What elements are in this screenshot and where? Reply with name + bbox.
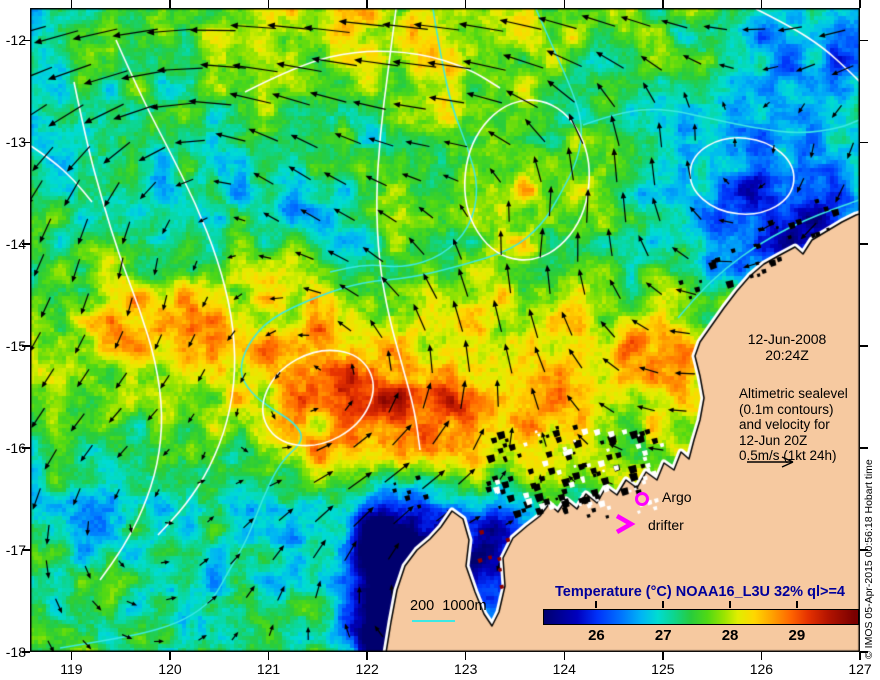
argo-label: Argo bbox=[662, 489, 692, 505]
lon-tick bbox=[662, 652, 664, 660]
bathymetry-contour-sample-line bbox=[412, 620, 455, 622]
lat-tick-label: -14 bbox=[5, 236, 26, 253]
colorbar-gradient bbox=[543, 609, 859, 625]
colorbar-tick bbox=[729, 601, 732, 608]
lon-tick-label: 119 bbox=[60, 661, 83, 677]
altimetric-note: Altimetric sealevel (0.1m contours) and … bbox=[739, 386, 848, 464]
velocity-scale-arrow-icon bbox=[747, 456, 794, 468]
lon-tick bbox=[70, 652, 73, 660]
colorbar-tick-label: 27 bbox=[654, 627, 672, 644]
lat-tick-label: -17 bbox=[5, 542, 26, 559]
lon-tick-label: 127 bbox=[848, 661, 872, 677]
lon-tick bbox=[464, 0, 467, 8]
altimetric-note-line: (0.1m contours) bbox=[739, 401, 834, 417]
lat-tick-label: -15 bbox=[5, 338, 26, 355]
altimetric-note-line: 12-Jun 20Z bbox=[739, 432, 808, 448]
lon-tick bbox=[859, 652, 861, 660]
lon-tick-label: 124 bbox=[552, 661, 576, 677]
lon-tick-label: 121 bbox=[256, 661, 281, 677]
bathymetry-legend-label: 200 1000m bbox=[410, 598, 487, 614]
lat-tick-label: -13 bbox=[5, 134, 26, 151]
lon-tick-label: 123 bbox=[454, 661, 478, 677]
colorbar-tick-label: 28 bbox=[721, 627, 739, 644]
lon-tick bbox=[760, 652, 763, 660]
lat-tick bbox=[860, 447, 868, 449]
lon-tick bbox=[859, 0, 861, 8]
colorbar-tick bbox=[795, 601, 798, 608]
lon-tick bbox=[267, 0, 270, 8]
lat-tick bbox=[860, 549, 868, 551]
colorbar-tick bbox=[595, 601, 598, 608]
lon-tick-label: 120 bbox=[158, 661, 182, 677]
lon-tick bbox=[70, 0, 73, 8]
lon-tick-label: 125 bbox=[651, 661, 675, 677]
timestamp-time: 20:24Z bbox=[765, 347, 809, 363]
lon-tick bbox=[366, 0, 368, 8]
colorbar-title: Temperature (°C) NOAA16_L3U 32% ql>=4 bbox=[555, 584, 845, 600]
colorbar-tick-label: 26 bbox=[588, 627, 605, 644]
altimetric-note-line: and velocity for bbox=[739, 417, 830, 432]
lon-tick bbox=[563, 0, 566, 8]
lon-tick bbox=[366, 652, 368, 660]
lon-tick bbox=[563, 652, 566, 660]
lon-tick bbox=[760, 0, 763, 8]
lon-tick bbox=[267, 652, 270, 660]
lon-tick bbox=[464, 652, 467, 660]
lon-tick bbox=[662, 0, 664, 8]
timestamp-label: 12-Jun-2008 20:24Z bbox=[718, 331, 856, 363]
colorbar-tick-label: 29 bbox=[788, 627, 806, 644]
lat-tick bbox=[860, 141, 868, 143]
lat-tick bbox=[860, 243, 868, 245]
argo-float-marker-icon bbox=[635, 492, 649, 506]
drifter-label: drifter bbox=[648, 517, 684, 533]
copyright-watermark: © IMOS 05-Apr-2015 00:56:18 Hobart time bbox=[863, 459, 875, 659]
colorbar-tick bbox=[662, 601, 665, 608]
altimetric-note-line: Altimetric sealevel bbox=[739, 386, 848, 401]
lat-tick bbox=[860, 39, 868, 42]
lat-tick-label: -18 bbox=[5, 644, 26, 660]
lon-tick bbox=[169, 0, 171, 8]
lon-tick-label: 126 bbox=[749, 661, 774, 677]
sst-map-canvas bbox=[30, 8, 860, 652]
lon-tick bbox=[169, 652, 171, 660]
timestamp-date: 12-Jun-2008 bbox=[747, 331, 827, 347]
lat-tick-label: -12 bbox=[5, 32, 26, 49]
lat-tick bbox=[860, 651, 868, 653]
lat-tick bbox=[860, 345, 868, 347]
sst-map-figure: 12-Jun-2008 20:24Z Altimetric sealevel (… bbox=[0, 0, 880, 680]
lon-tick-label: 122 bbox=[355, 661, 379, 677]
lat-tick-label: -16 bbox=[5, 440, 26, 457]
drifter-marker-icon bbox=[615, 514, 636, 534]
